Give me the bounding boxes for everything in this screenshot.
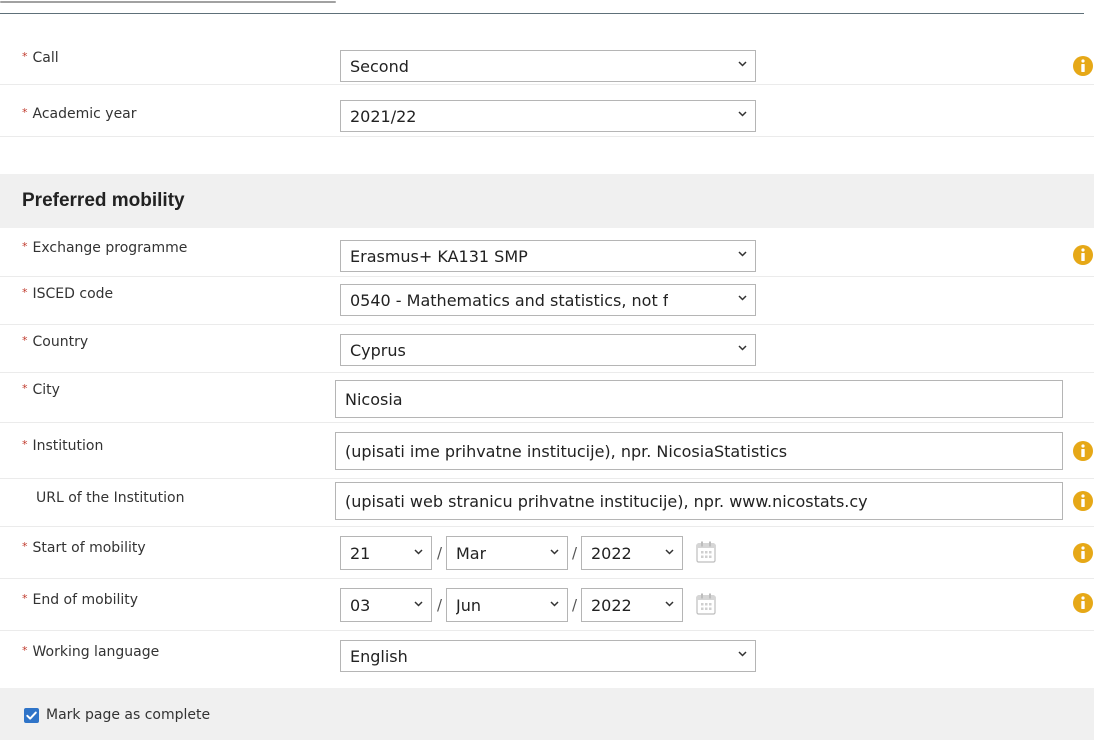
checkmark-icon: [26, 711, 37, 720]
academic-year-row: * Academic year 2021/22: [0, 90, 1094, 137]
required-marker: *: [22, 592, 28, 605]
chevron-down-icon: [738, 651, 747, 659]
start-year-value: 2022: [591, 543, 632, 563]
working-language-select[interactable]: English: [340, 640, 756, 672]
url-institution-row: URL of the Institution (upisati web stra…: [0, 478, 1094, 527]
institution-input-value: (upisati ime prihvatne institucije), npr…: [345, 441, 788, 461]
url-institution-label: URL of the Institution: [36, 490, 185, 506]
academic-year-select[interactable]: 2021/22: [340, 100, 756, 132]
city-label: * City: [22, 382, 60, 398]
required-marker: *: [22, 286, 28, 299]
info-icon[interactable]: [1072, 592, 1094, 614]
mark-complete-checkbox[interactable]: [24, 708, 39, 723]
section-divider: [0, 13, 1084, 14]
required-marker: *: [22, 438, 28, 451]
start-day-select[interactable]: 21: [340, 536, 432, 570]
calendar-icon[interactable]: [695, 540, 717, 564]
chevron-down-icon: [738, 61, 747, 69]
chevron-down-icon: [738, 111, 747, 119]
end-month-select[interactable]: Jun: [446, 588, 568, 622]
chevron-down-icon: [738, 345, 747, 353]
start-day-value: 21: [350, 543, 371, 563]
info-icon[interactable]: [1072, 542, 1094, 564]
mark-complete-label[interactable]: Mark page as complete: [46, 707, 210, 723]
section-title: Preferred mobility: [22, 190, 185, 211]
call-label: * Call: [22, 50, 59, 66]
start-month-select[interactable]: Mar: [446, 536, 568, 570]
chevron-down-icon: [414, 601, 423, 609]
date-separator: /: [572, 544, 578, 562]
isced-code-row: * ISCED code 0540 - Mathematics and stati…: [0, 276, 1094, 325]
info-icon[interactable]: [1072, 244, 1094, 266]
required-marker: *: [22, 240, 28, 253]
working-language-row: * Working language English: [0, 630, 1094, 680]
country-label: * Country: [22, 334, 89, 350]
chevron-down-icon: [665, 601, 674, 609]
preferred-mobility-header: Preferred mobility: [0, 174, 1094, 228]
academic-year-label: * Academic year: [22, 106, 137, 122]
city-row: * City Nicosia: [0, 372, 1094, 423]
section-heading-cutoff: [0, 0, 340, 4]
country-select[interactable]: Cyprus: [340, 334, 756, 366]
city-input[interactable]: Nicosia: [335, 380, 1063, 418]
end-month-value: Jun: [456, 595, 481, 615]
date-separator: /: [437, 544, 443, 562]
call-select-value: Second: [350, 56, 409, 76]
required-marker: *: [22, 644, 28, 657]
date-separator: /: [437, 596, 443, 614]
date-separator: /: [572, 596, 578, 614]
institution-input[interactable]: (upisati ime prihvatne institucije), npr…: [335, 432, 1063, 470]
call-row: * Call Second: [0, 44, 1094, 85]
required-marker: *: [22, 50, 28, 63]
exchange-programme-select-value: Erasmus+ KA131 SMP: [350, 246, 528, 266]
info-icon[interactable]: [1072, 490, 1094, 512]
end-day-value: 03: [350, 595, 371, 615]
academic-year-select-value: 2021/22: [350, 106, 417, 126]
required-marker: *: [22, 382, 28, 395]
working-language-select-value: English: [350, 646, 408, 666]
start-year-select[interactable]: 2022: [581, 536, 683, 570]
calendar-icon[interactable]: [695, 592, 717, 616]
exchange-programme-row: * Exchange programme Erasmus+ KA131 SMP: [0, 228, 1094, 277]
url-institution-input-value: (upisati web stranicu prihvatne instituc…: [345, 491, 868, 511]
isced-code-select[interactable]: 0540 - Mathematics and statistics, not f: [340, 284, 756, 316]
call-select[interactable]: Second: [340, 50, 756, 82]
city-input-value: Nicosia: [345, 389, 403, 409]
chevron-down-icon: [738, 295, 747, 303]
end-year-select[interactable]: 2022: [581, 588, 683, 622]
chevron-down-icon: [550, 549, 559, 557]
url-institution-input[interactable]: (upisati web stranicu prihvatne instituc…: [335, 482, 1063, 520]
country-row: * Country Cyprus: [0, 324, 1094, 373]
country-select-value: Cyprus: [350, 340, 406, 360]
institution-row: * Institution (upisati ime prihvatne inst…: [0, 422, 1094, 479]
end-mobility-label: * End of mobility: [22, 592, 139, 608]
info-icon[interactable]: [1072, 440, 1094, 462]
exchange-programme-select[interactable]: Erasmus+ KA131 SMP: [340, 240, 756, 272]
start-mobility-row: * Start of mobility 21 / Mar / 2022: [0, 526, 1094, 579]
isced-code-select-value: 0540 - Mathematics and statistics, not f: [350, 290, 669, 310]
required-marker: *: [22, 540, 28, 553]
exchange-programme-label: * Exchange programme: [22, 240, 188, 256]
chevron-down-icon: [550, 601, 559, 609]
end-day-select[interactable]: 03: [340, 588, 432, 622]
chevron-down-icon: [738, 251, 747, 259]
chevron-down-icon: [414, 549, 423, 557]
end-mobility-row: * End of mobility 03 / Jun / 2022: [0, 578, 1094, 631]
working-language-label: * Working language: [22, 644, 160, 660]
end-year-value: 2022: [591, 595, 632, 615]
start-mobility-label: * Start of mobility: [22, 540, 146, 556]
required-marker: *: [22, 334, 28, 347]
mark-complete-bar: Mark page as complete: [0, 688, 1094, 740]
isced-code-label: * ISCED code: [22, 286, 114, 302]
required-marker: *: [22, 106, 28, 119]
info-icon[interactable]: [1072, 55, 1094, 77]
chevron-down-icon: [665, 549, 674, 557]
institution-label: * Institution: [22, 438, 104, 454]
start-month-value: Mar: [456, 543, 487, 563]
